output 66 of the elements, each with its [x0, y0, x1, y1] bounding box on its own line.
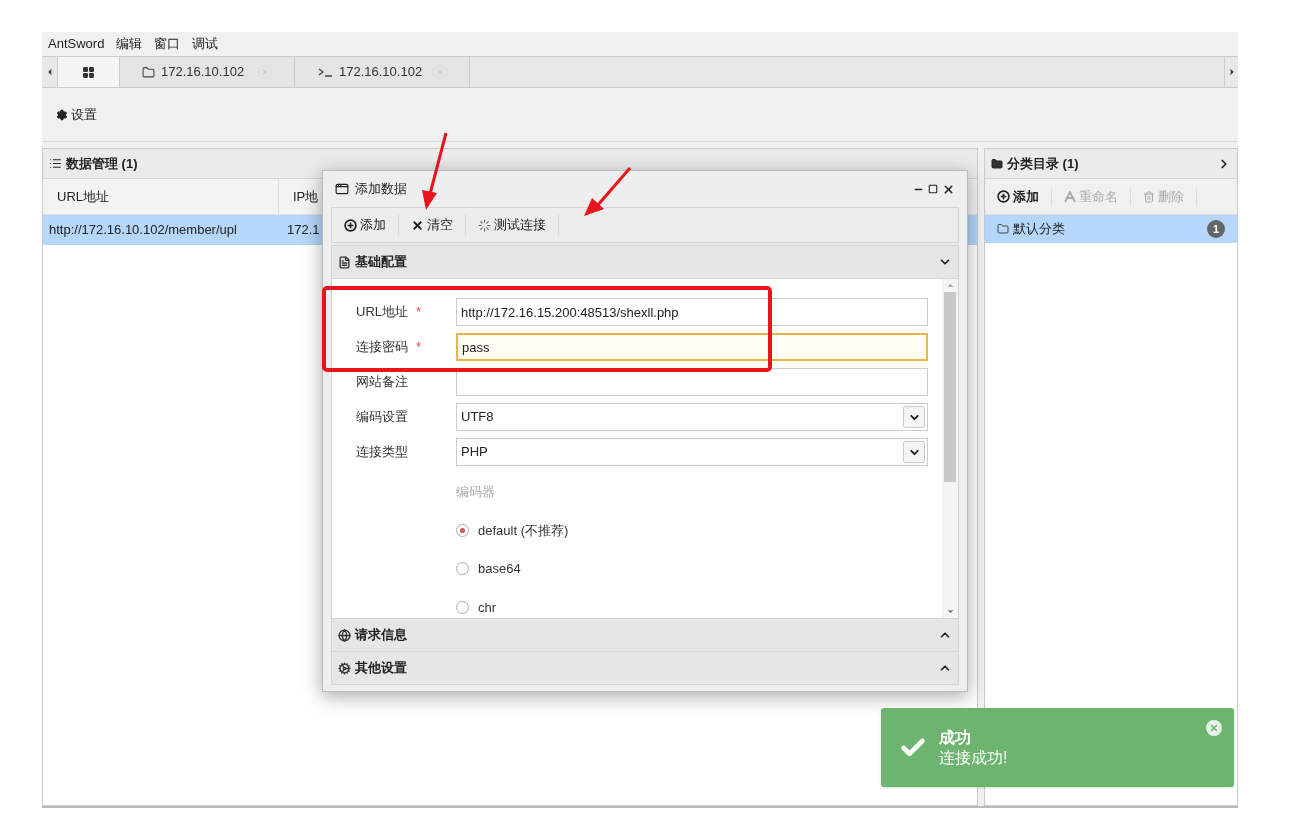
tab[interactable]: 172.16.10.102 [120, 57, 295, 87]
settings-icon [56, 108, 68, 121]
font-letter-icon [1064, 190, 1076, 203]
radio-label: chr [478, 598, 497, 617]
panel-title: 数据管理 (1) [66, 154, 138, 173]
globe-icon [338, 628, 351, 642]
field-label: URL地址 [356, 303, 408, 322]
tab[interactable] [58, 57, 120, 87]
category-item[interactable]: 默认分类 1 [985, 215, 1237, 243]
category-label: 默认分类 [1013, 220, 1065, 239]
window-icon [335, 182, 349, 196]
menu-item[interactable]: 调试 [192, 34, 219, 54]
radio-label: base64 [478, 560, 521, 578]
scrollbar[interactable] [942, 279, 958, 618]
folder-icon [142, 65, 155, 79]
dialog-title: 添加数据 [355, 180, 407, 199]
section-header[interactable]: 基础配置 [332, 246, 958, 279]
spinner-icon [478, 218, 491, 232]
field-label: 网站备注 [356, 373, 408, 392]
maximize-icon[interactable] [928, 184, 938, 194]
plus-circle-icon [344, 218, 357, 232]
plus-circle-icon [997, 190, 1010, 203]
close-icon [411, 218, 424, 232]
settings-button[interactable]: 设置 [56, 104, 97, 125]
input-field[interactable]: http://172.16.15.200:48513/shexll.php [456, 298, 928, 326]
menu-item[interactable]: AntSword [48, 34, 105, 54]
table-cell-text: 172.1 [286, 221, 320, 240]
tab[interactable]: 172.16.10.102 [295, 57, 470, 87]
input-field[interactable]: pass [456, 333, 928, 361]
trash-icon [1143, 190, 1155, 203]
document-icon [338, 255, 351, 269]
folder-icon [991, 157, 1003, 170]
scroll-up-icon[interactable] [945, 281, 955, 290]
required-mark: * [416, 338, 422, 357]
field-label: 连接类型 [356, 443, 408, 462]
column-header[interactable]: URL地址 [43, 179, 279, 214]
section-header[interactable]: 其他设置 [332, 651, 958, 684]
scroll-down-icon[interactable] [945, 607, 955, 616]
count-badge: 1 [1207, 220, 1225, 238]
terminal-icon [317, 66, 333, 78]
field-label: 编码设置 [356, 408, 408, 427]
grid-icon [82, 65, 95, 79]
panel-title: 分类目录 (1) [1007, 154, 1079, 173]
tab-label: 172.16.10.102 [161, 63, 245, 82]
toast-message: 连接成功! [939, 747, 1008, 768]
menu-item[interactable]: 窗口 [154, 34, 181, 54]
toolbar-button[interactable]: 清空 [399, 214, 466, 236]
encoder-label: 编码器 [456, 483, 496, 501]
tab-label: 172.16.10.102 [339, 63, 423, 82]
select-field[interactable]: UTF8 [456, 403, 928, 431]
required-mark: * [416, 303, 422, 322]
folder-icon [997, 223, 1009, 235]
field-label: 连接密码 [356, 338, 408, 357]
input-field[interactable] [456, 368, 928, 396]
arrow-annotation [584, 167, 632, 216]
close-icon[interactable] [942, 182, 955, 196]
section-header[interactable]: 请求信息 [332, 618, 958, 651]
toolbar-button[interactable]: 添加 [985, 186, 1052, 207]
list-icon [49, 157, 62, 170]
select-field[interactable]: PHP [456, 438, 928, 466]
table-cell-text: http://172.16.10.102/member/upl [48, 221, 238, 240]
toolbar-button[interactable]: 添加 [332, 214, 399, 236]
toolbar-button[interactable]: 测试连接 [466, 214, 559, 236]
toast-title: 成功 [939, 727, 972, 748]
menu-item[interactable]: 编辑 [116, 34, 143, 54]
radio-label: default (不推荐) [478, 521, 569, 540]
